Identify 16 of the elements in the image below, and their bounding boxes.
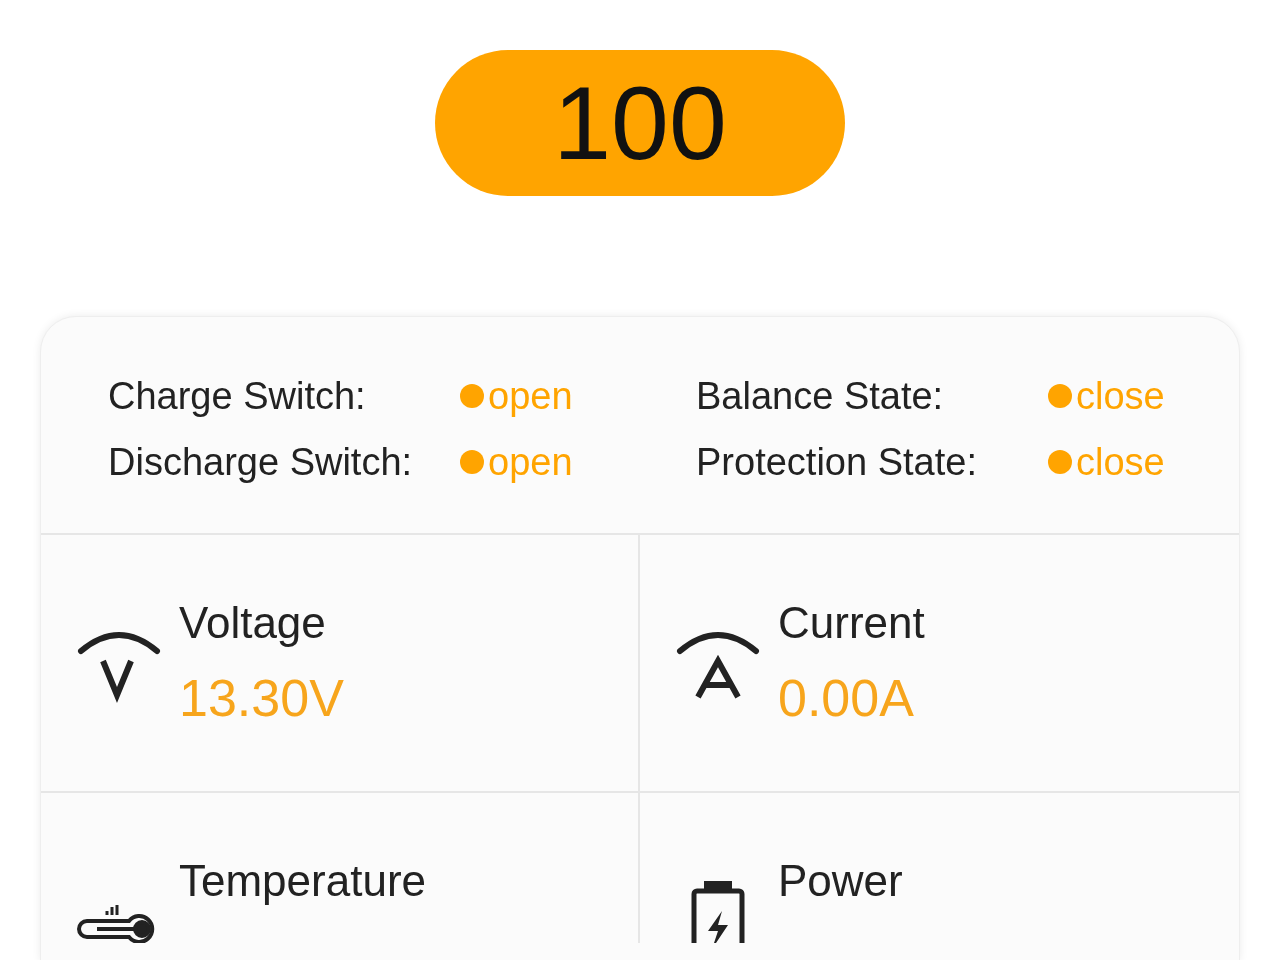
state-label: Charge Switch: bbox=[108, 374, 367, 419]
state-value: close bbox=[1076, 440, 1165, 485]
state-value: close bbox=[1076, 374, 1165, 419]
metric-label: Current bbox=[778, 597, 925, 649]
battery-icon bbox=[690, 879, 746, 943]
metric-value: 0.00A bbox=[778, 668, 915, 729]
metric-label: Power bbox=[778, 855, 903, 907]
metric-value: 13.30V bbox=[179, 668, 344, 729]
state-value: open bbox=[488, 374, 573, 419]
metric-label: Temperature bbox=[179, 855, 426, 907]
state-value: open bbox=[488, 440, 573, 485]
state-label: Discharge Switch: bbox=[108, 440, 414, 485]
state-label: Balance State: bbox=[696, 374, 945, 419]
metric-label: Voltage bbox=[179, 597, 327, 649]
soc-value: 100 bbox=[435, 50, 845, 196]
state-label: Protection State: bbox=[696, 440, 978, 485]
